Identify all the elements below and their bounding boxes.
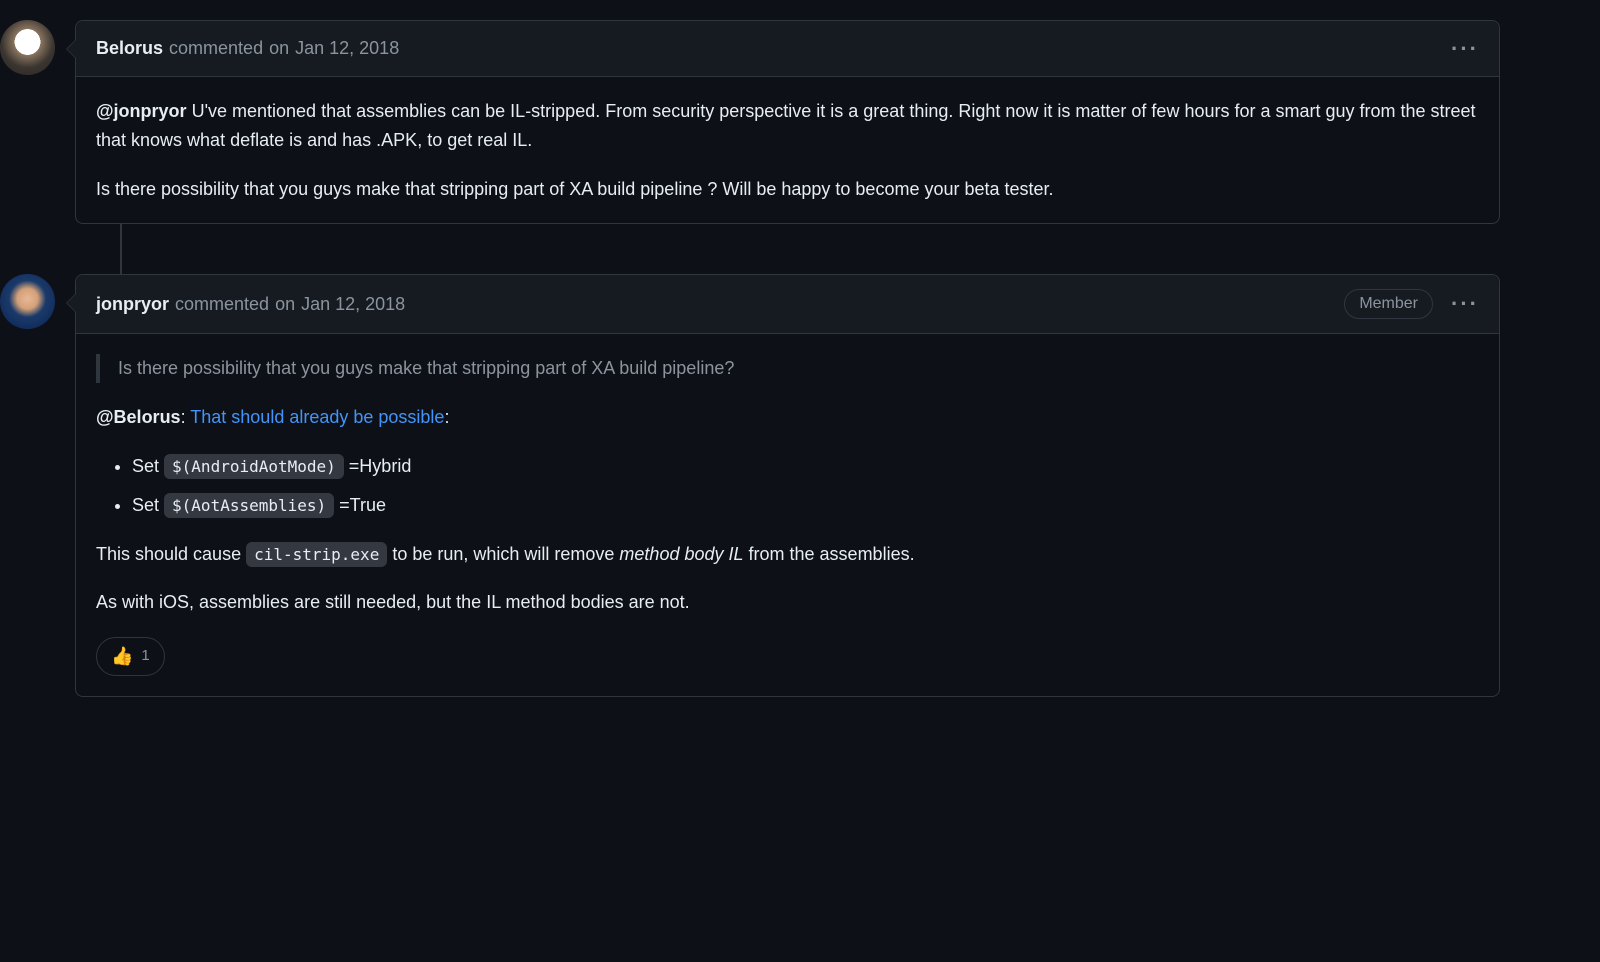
mention[interactable]: @jonpryor xyxy=(96,101,187,121)
comment-item: Belorus commented on Jan 12, 2018 ··· @j… xyxy=(0,20,1500,224)
comment-container: Belorus commented on Jan 12, 2018 ··· @j… xyxy=(75,20,1500,224)
avatar[interactable] xyxy=(0,274,55,329)
commented-label: commented xyxy=(175,291,269,318)
paragraph: This should cause cil-strip.exe to be ru… xyxy=(96,540,1479,569)
paragraph: @jonpryor U've mentioned that assemblies… xyxy=(96,97,1479,155)
comment-author[interactable]: Belorus xyxy=(96,35,163,62)
reactions-bar: 👍 1 xyxy=(76,637,1499,696)
paragraph: @Belorus: That should already be possibl… xyxy=(96,403,1479,432)
text: : xyxy=(444,407,449,427)
comment-header: Belorus commented on Jan 12, 2018 ··· xyxy=(76,21,1499,77)
text: Set xyxy=(132,456,164,476)
kebab-icon[interactable]: ··· xyxy=(1451,293,1479,315)
text: from the assemblies. xyxy=(744,544,915,564)
comment-header-left: jonpryor commented on Jan 12, 2018 xyxy=(96,291,405,318)
inline-code: $(AotAssemblies) xyxy=(164,493,334,518)
comment-timestamp[interactable]: Jan 12, 2018 xyxy=(295,35,399,62)
comment-arrow xyxy=(66,39,76,59)
text: U've mentioned that assemblies can be IL… xyxy=(96,101,1476,150)
quote-text: Is there possibility that you guys make … xyxy=(118,354,1461,383)
kebab-icon[interactable]: ··· xyxy=(1451,38,1479,60)
text: =True xyxy=(334,495,386,515)
comment-header-right: ··· xyxy=(1451,38,1479,60)
blockquote: Is there possibility that you guys make … xyxy=(96,354,1479,383)
text: =Hybrid xyxy=(344,456,412,476)
comment-author[interactable]: jonpryor xyxy=(96,291,169,318)
role-badge: Member xyxy=(1344,289,1433,319)
comment-arrow xyxy=(66,293,76,313)
text: This should cause xyxy=(96,544,246,564)
comment-header: jonpryor commented on Jan 12, 2018 Membe… xyxy=(76,275,1499,334)
emphasis: method body IL xyxy=(619,544,743,564)
inline-code: $(AndroidAotMode) xyxy=(164,454,344,479)
list-item: Set $(AndroidAotMode) =Hybrid xyxy=(132,452,1479,481)
comment-timestamp[interactable]: Jan 12, 2018 xyxy=(301,291,405,318)
comment-item: jonpryor commented on Jan 12, 2018 Membe… xyxy=(0,274,1500,697)
text: Set xyxy=(132,495,164,515)
link[interactable]: That should already be possible xyxy=(190,407,444,427)
avatar[interactable] xyxy=(0,20,55,75)
list: Set $(AndroidAotMode) =Hybrid Set $(AotA… xyxy=(96,452,1479,520)
paragraph: Is there possibility that you guys make … xyxy=(96,175,1479,204)
timestamp-on: on xyxy=(269,35,289,62)
inline-code: cil-strip.exe xyxy=(246,542,387,567)
comment-body: Is there possibility that you guys make … xyxy=(76,334,1499,637)
timestamp-on: on xyxy=(275,291,295,318)
mention[interactable]: @Belorus xyxy=(96,407,181,427)
thumbs-up-icon: 👍 xyxy=(111,643,133,670)
text: : xyxy=(181,407,191,427)
timeline: Belorus commented on Jan 12, 2018 ··· @j… xyxy=(0,20,1600,697)
list-item: Set $(AotAssemblies) =True xyxy=(132,491,1479,520)
comment-container: jonpryor commented on Jan 12, 2018 Membe… xyxy=(75,274,1500,697)
comment-header-right: Member ··· xyxy=(1344,289,1479,319)
text: to be run, which will remove xyxy=(387,544,619,564)
reaction-count: 1 xyxy=(141,645,149,668)
comment-header-left: Belorus commented on Jan 12, 2018 xyxy=(96,35,399,62)
commented-label: commented xyxy=(169,35,263,62)
paragraph: As with iOS, assemblies are still needed… xyxy=(96,588,1479,617)
comment-body: @jonpryor U've mentioned that assemblies… xyxy=(76,77,1499,223)
reaction-thumbs-up[interactable]: 👍 1 xyxy=(96,637,165,676)
